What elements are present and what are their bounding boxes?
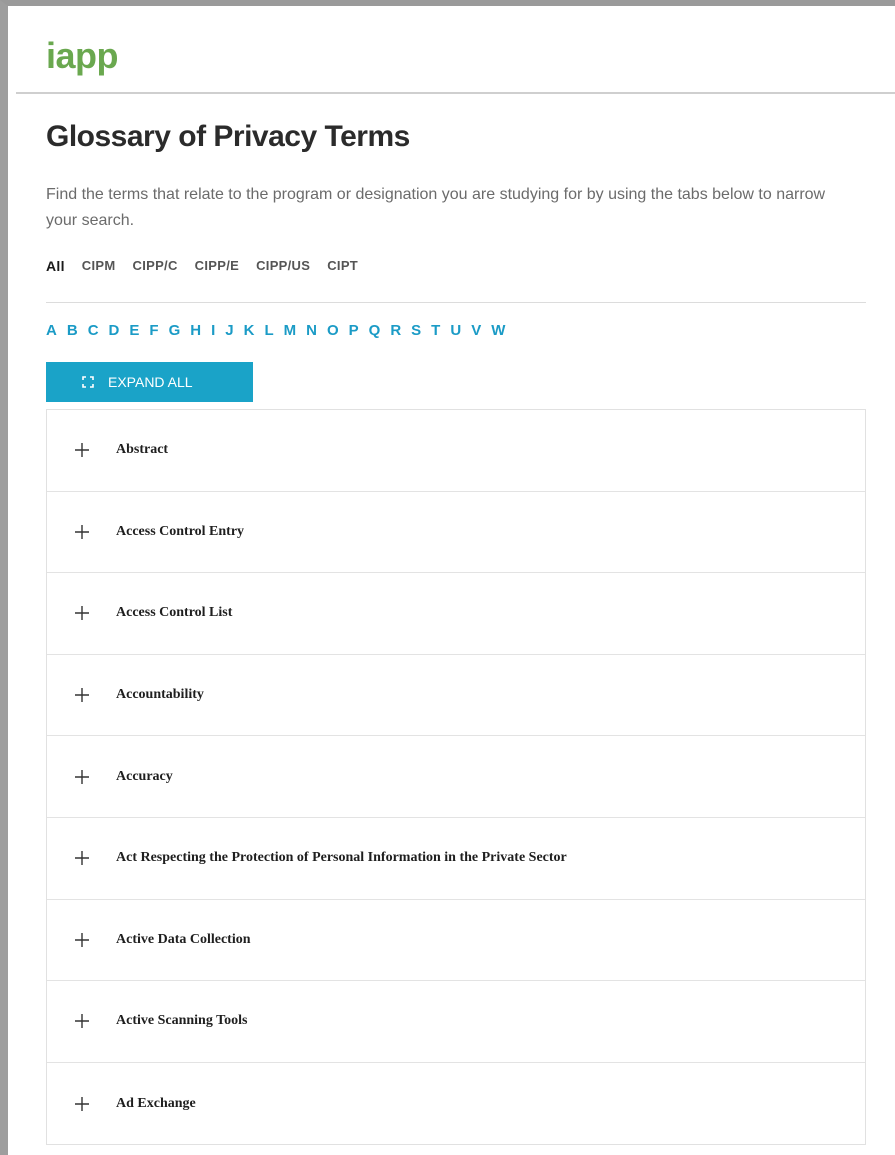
plus-icon [74, 1013, 90, 1029]
tab-cipp-us[interactable]: CIPP/US [256, 258, 310, 274]
tab-cipp-c[interactable]: CIPP/C [133, 258, 178, 274]
iapp-logo[interactable]: iapp [46, 38, 119, 74]
glossary-term-row[interactable]: Active Data Collection [47, 900, 865, 982]
plus-icon [74, 687, 90, 703]
glossary-term-label: Access Control Entry [116, 523, 245, 539]
plus-icon [74, 605, 90, 621]
tabs-divider [46, 302, 866, 303]
page-title: Glossary of Privacy Terms [46, 120, 410, 153]
letter-link-v[interactable]: V [471, 322, 481, 339]
glossary-term-label: Active Data Collection [116, 931, 251, 947]
glossary-term-label: Abstract [116, 442, 169, 458]
intro-text: Find the terms that relate to the progra… [46, 186, 826, 229]
plus-icon [74, 1096, 90, 1112]
glossary-term-row[interactable]: Act Respecting the Protection of Persona… [47, 818, 865, 900]
tab-cipt[interactable]: CIPT [327, 258, 358, 274]
glossary-term-label: Ad Exchange [116, 1095, 196, 1111]
letter-link-l[interactable]: L [264, 322, 273, 339]
letter-link-t[interactable]: T [431, 322, 440, 339]
glossary-term-label: Act Respecting the Protection of Persona… [116, 850, 567, 866]
letter-link-g[interactable]: G [169, 322, 181, 339]
glossary-term-row[interactable]: Active Scanning Tools [47, 981, 865, 1063]
plus-icon [74, 769, 90, 785]
tab-cipp-e[interactable]: CIPP/E [195, 258, 239, 274]
glossary-term-label: Accountability [116, 687, 204, 703]
glossary-term-label: Active Scanning Tools [116, 1013, 248, 1029]
tab-all[interactable]: All [46, 258, 65, 274]
glossary-term-label: Accuracy [116, 768, 173, 784]
plus-icon [74, 442, 90, 458]
glossary-term-row[interactable]: Ad Exchange [47, 1063, 865, 1145]
letter-link-b[interactable]: B [67, 322, 78, 339]
page-frame: iapp Glossary of Privacy Terms Find the … [0, 0, 895, 1155]
letter-link-q[interactable]: Q [369, 322, 381, 339]
glossary-term-row[interactable]: Access Control List [47, 573, 865, 655]
letter-link-c[interactable]: C [88, 322, 99, 339]
letter-link-a[interactable]: A [46, 322, 57, 339]
letter-link-e[interactable]: E [129, 322, 139, 339]
expand-all-button[interactable]: EXPAND ALL [46, 362, 253, 402]
expand-all-label: EXPAND ALL [108, 374, 193, 390]
glossary-term-row[interactable]: Abstract [47, 410, 865, 492]
tab-cipm[interactable]: CIPM [82, 258, 116, 274]
plus-icon [74, 524, 90, 540]
alphabet-nav: ABCDEFGHIJKLMNOPQRSTUVW [46, 322, 515, 339]
letter-link-k[interactable]: K [244, 322, 255, 339]
glossary-term-row[interactable]: Access Control Entry [47, 492, 865, 574]
letter-link-j[interactable]: J [225, 322, 233, 339]
expand-icon [82, 376, 94, 388]
glossary-accordion: Abstract Access Control Entry Access Contr… [46, 409, 866, 1146]
glossary-term-row[interactable]: Accuracy [47, 736, 865, 818]
letter-link-m[interactable]: M [284, 322, 297, 339]
plus-icon [74, 850, 90, 866]
glossary-term-label: Access Control List [116, 605, 233, 621]
glossary-term-row[interactable]: Accountability [47, 655, 865, 737]
letter-link-o[interactable]: O [327, 322, 339, 339]
site-header: iapp [16, 12, 895, 94]
plus-icon [74, 932, 90, 948]
letter-link-f[interactable]: F [149, 322, 158, 339]
letter-link-w[interactable]: W [491, 322, 505, 339]
letter-link-i[interactable]: I [211, 322, 215, 339]
letter-link-h[interactable]: H [190, 322, 201, 339]
letter-link-u[interactable]: U [450, 322, 461, 339]
program-tabs: All CIPM CIPP/C CIPP/E CIPP/US CIPT [46, 258, 358, 274]
letter-link-n[interactable]: N [306, 322, 317, 339]
letter-link-d[interactable]: D [109, 322, 120, 339]
letter-link-r[interactable]: R [390, 322, 401, 339]
letter-link-p[interactable]: P [349, 322, 359, 339]
letter-link-s[interactable]: S [411, 322, 421, 339]
